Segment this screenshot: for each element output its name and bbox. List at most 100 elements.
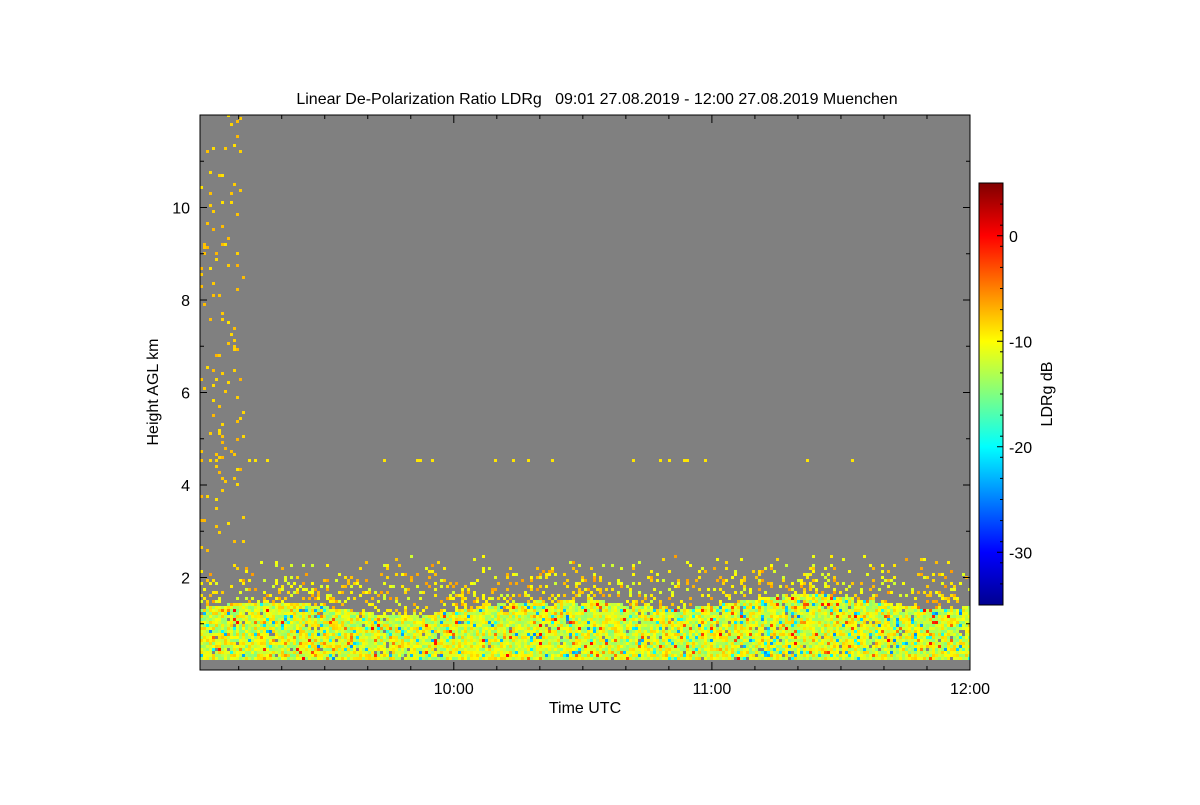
heat-cell [650,606,653,609]
heat-cell [476,639,479,642]
heat-cell [260,657,263,660]
heat-cell [497,597,500,600]
heat-cell [287,651,290,654]
heat-cell [476,579,479,582]
heat-cell [788,633,791,636]
heat-cell [602,618,605,621]
heat-cell [206,630,209,633]
heat-cell [473,630,476,633]
heat-cell [401,642,404,645]
heat-cell [407,621,410,624]
heat-cell [842,654,845,657]
heat-cell [806,648,809,651]
heat-cell [356,621,359,624]
heat-cell [254,615,257,618]
heat-cell [668,654,671,657]
heat-cell [287,627,290,630]
heat-cell [575,612,578,615]
heat-cell [866,615,869,618]
heat-cell [827,636,830,639]
heat-cell [380,633,383,636]
heat-cell [611,615,614,618]
heat-cell [680,642,683,645]
heat-cell [833,609,836,612]
heat-cell [908,654,911,657]
heat-cell [518,642,521,645]
heat-cell [632,459,635,462]
heat-cell [308,612,311,615]
heat-cell [812,624,815,627]
heat-cell [557,621,560,624]
heat-cell [710,621,713,624]
heat-cell [446,648,449,651]
heat-cell [887,651,890,654]
heat-cell [902,606,905,609]
heat-cell [842,657,845,660]
heat-cell [686,609,689,612]
heat-cell [593,651,596,654]
heat-cell [332,633,335,636]
heat-cell [419,642,422,645]
heat-cell [287,603,290,606]
heat-cell [560,651,563,654]
heat-cell [575,594,578,597]
heat-cell [554,615,557,618]
heat-cell [716,612,719,615]
heat-cell [587,615,590,618]
heat-cell [569,654,572,657]
heat-cell [221,651,224,654]
heat-cell [689,609,692,612]
heat-cell [419,630,422,633]
heat-cell [569,609,572,612]
heat-cell [659,459,662,462]
heat-cell [851,651,854,654]
heat-cell [218,621,221,624]
heat-cell [392,585,395,588]
heat-cell [314,609,317,612]
heat-cell [254,654,257,657]
heat-cell [362,639,365,642]
heat-cell [740,591,743,594]
heat-cell [260,609,263,612]
heat-cell [620,648,623,651]
heat-cell [713,621,716,624]
heat-cell [386,633,389,636]
heat-cell [881,603,884,606]
heat-cell [797,624,800,627]
heat-cell [455,639,458,642]
heat-cell [566,612,569,615]
heat-cell [542,654,545,657]
heat-cell [704,636,707,639]
heat-cell [593,624,596,627]
heat-cell [719,588,722,591]
heat-cell [212,630,215,633]
heat-cell [842,648,845,651]
heat-cell [584,627,587,630]
heat-cell [635,600,638,603]
heat-cell [755,609,758,612]
heat-cell [239,636,242,639]
heat-cell [254,606,257,609]
heat-cell [227,645,230,648]
heat-cell [587,624,590,627]
heat-cell [386,624,389,627]
heat-cell [320,627,323,630]
heat-cell [242,654,245,657]
heat-cell [842,645,845,648]
heat-cell [281,630,284,633]
heat-cell [575,648,578,651]
heat-cell [467,618,470,621]
heat-cell [533,651,536,654]
heat-cell [350,633,353,636]
heat-cell [734,615,737,618]
heat-cell [818,612,821,615]
heat-cell [887,579,890,582]
heat-cell [242,624,245,627]
heat-cell [731,585,734,588]
heat-cell [842,630,845,633]
heat-cell [737,636,740,639]
heat-cell [638,618,641,621]
heat-cell [437,648,440,651]
heat-cell [689,564,692,567]
heat-cell [707,615,710,618]
